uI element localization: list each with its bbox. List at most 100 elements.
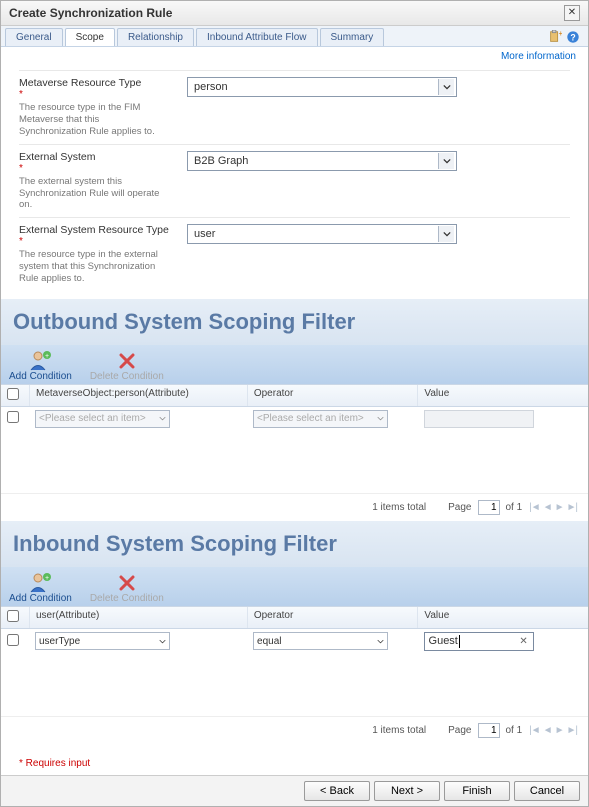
info-bar: More information [1,47,588,66]
dialog: Create Synchronization Rule ✕ General Sc… [0,0,589,807]
select-all-checkbox[interactable] [7,388,19,400]
cancel-button[interactable]: Cancel [514,781,580,801]
required-marker: * [19,163,169,174]
finish-button[interactable]: Finish [444,781,510,801]
external-system-dropdown[interactable]: B2B Graph [187,151,457,171]
inbound-action-bar: + Add Condition Delete Condition [1,567,588,606]
action-label: Delete Condition [90,371,164,382]
svg-text:+: + [45,353,49,360]
field-external-system: External System * The external system th… [19,144,570,218]
tab-summary[interactable]: Summary [320,28,385,46]
row-checkbox[interactable] [7,411,19,423]
inbound-table-header: user(Attribute) Operator Value [1,606,588,629]
value-input[interactable]: Guest ✕ [424,632,534,651]
field-desc: The external system this Synchronization… [19,176,169,212]
select-placeholder: <Please select an item> [257,413,364,424]
tab-inbound-attr-flow[interactable]: Inbound Attribute Flow [196,28,318,46]
svg-text:+: + [559,30,563,38]
inbound-pager: 1 items total Page of 1 |◄ ◄ ► ►| [1,716,588,744]
help-icon[interactable]: ? [566,30,580,44]
action-label: Delete Condition [90,593,164,604]
outbound-pager: 1 items total Page of 1 |◄ ◄ ► ►| [1,493,588,521]
col-checkbox [1,607,29,628]
svg-text:?: ? [570,33,575,43]
delete-condition-button: Delete Condition [90,571,164,604]
dropdown-value: user [194,228,215,240]
text-cursor [459,635,460,648]
tab-general[interactable]: General [5,28,63,46]
pager-page-input[interactable] [478,723,500,738]
select-placeholder: <Please select an item> [39,413,146,424]
form-area: Metaverse Resource Type * The resource t… [1,66,588,299]
tabbar: General Scope Relationship Inbound Attri… [1,26,588,47]
add-condition-button[interactable]: + Add Condition [9,349,72,382]
button-bar: < Back Next > Finish Cancel [1,775,588,806]
more-info-link[interactable]: More information [501,51,576,62]
required-note: * Requires input [1,744,588,775]
tabbar-icons: + ? [548,30,584,44]
required-marker: * [19,89,169,100]
col-value: Value [417,385,588,406]
col-attribute: user(Attribute) [29,607,247,628]
dropdown-value: B2B Graph [194,155,248,167]
pager-last-icon[interactable]: ►| [566,502,579,513]
value-input[interactable] [424,410,534,428]
pager-prev-icon[interactable]: ◄ [542,502,553,513]
chevron-down-icon [377,415,384,422]
inbound-table-row: userType equal Guest ✕ [1,629,588,654]
inbound-section-title: Inbound System Scoping Filter [1,521,588,567]
back-button[interactable]: < Back [304,781,370,801]
chevron-down-icon [438,79,454,95]
action-label: Add Condition [9,593,72,604]
tab-scope[interactable]: Scope [65,28,115,46]
field-metaverse-type: Metaverse Resource Type * The resource t… [19,70,570,144]
next-button[interactable]: Next > [374,781,440,801]
outbound-section-title: Outbound System Scoping Filter [1,299,588,345]
user-add-icon: + [26,349,54,371]
close-icon[interactable]: ✕ [564,5,580,21]
dropdown-value: person [194,81,228,93]
metaverse-type-dropdown[interactable]: person [187,77,457,97]
external-type-dropdown[interactable]: user [187,224,457,244]
pager-next-icon[interactable]: ► [554,502,565,513]
field-desc: The resource type in the FIM Metaverse t… [19,102,169,138]
select-all-checkbox[interactable] [7,610,19,622]
outbound-table-row: <Please select an item> <Please select a… [1,407,588,431]
pager-of: of 1 [506,502,523,513]
col-attribute: MetaverseObject:person(Attribute) [29,385,247,406]
field-label: External System Resource Type [19,224,169,236]
field-label: External System [19,151,169,163]
chevron-down-icon [159,638,166,645]
outbound-table-header: MetaverseObject:person(Attribute) Operat… [1,384,588,407]
attribute-select[interactable]: userType [35,632,170,650]
col-operator: Operator [247,607,418,628]
titlebar: Create Synchronization Rule ✕ [1,1,588,26]
operator-select[interactable]: equal [253,632,388,650]
col-checkbox [1,385,29,406]
svg-text:+: + [45,575,49,582]
col-operator: Operator [247,385,418,406]
required-marker: * [19,236,169,247]
clipboard-icon[interactable]: + [548,30,562,44]
field-label: Metaverse Resource Type [19,77,169,89]
select-value: userType [39,636,80,647]
chevron-down-icon [438,153,454,169]
chevron-down-icon [438,226,454,242]
action-label: Add Condition [9,371,72,382]
field-desc: The resource type in the external system… [19,249,169,285]
delete-icon [113,571,141,593]
add-condition-button[interactable]: + Add Condition [9,571,72,604]
tab-relationship[interactable]: Relationship [117,28,194,46]
field-external-type: External System Resource Type * The reso… [19,217,570,291]
outbound-action-bar: + Add Condition Delete Condition [1,345,588,384]
pager-page-input[interactable] [478,500,500,515]
user-add-icon: + [26,571,54,593]
clear-icon[interactable]: ✕ [517,634,531,649]
pager-first-icon[interactable]: |◄ [528,502,541,513]
select-value: equal [257,636,281,647]
operator-select[interactable]: <Please select an item> [253,410,388,428]
value-text: Guest [429,635,458,647]
attribute-select[interactable]: <Please select an item> [35,410,170,428]
pager-total: 1 items total [372,502,426,513]
row-checkbox[interactable] [7,634,19,646]
